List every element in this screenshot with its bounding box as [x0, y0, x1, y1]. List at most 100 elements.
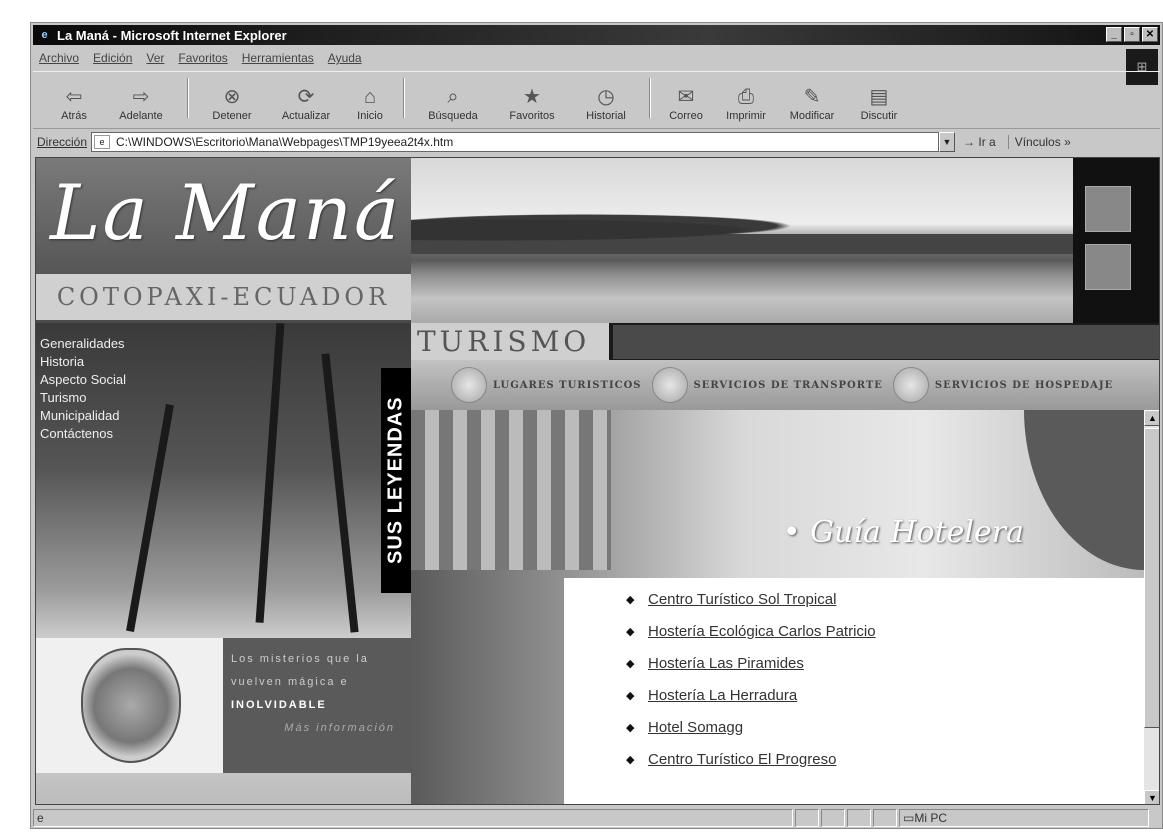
status-cell [847, 809, 871, 827]
palm-trunk [321, 353, 359, 633]
tagline-box: Los misterios que la vuelven mágica e IN… [223, 638, 411, 773]
tagline-line-3: INOLVIDABLE [231, 699, 327, 711]
nav-municipalidad[interactable]: Municipalidad [40, 407, 126, 424]
nav-historia[interactable]: Historia [40, 353, 126, 370]
turismo-header: TURISMO [411, 323, 1159, 360]
toolbar-label: Favoritos [509, 110, 555, 122]
logo-script: La Maná [50, 168, 402, 257]
hotel-link[interactable]: Centro Turístico El Progreso [626, 744, 1144, 776]
menu-bar: Archivo Edición Ver Favoritos Herramient… [33, 47, 1160, 69]
thumbnail-2[interactable] [1085, 244, 1131, 290]
page-content: La Maná COTOPAXI-ECUADOR Generalidades H… [35, 157, 1160, 805]
atras-button[interactable]: ⇦ Atrás [47, 72, 101, 122]
actualizar-button[interactable]: ⟳ Actualizar [269, 72, 343, 122]
adelante-button[interactable]: ⇨ Adelante [101, 72, 181, 122]
toolbar-separator [649, 78, 651, 118]
seal-icon [81, 648, 181, 763]
status-cell [873, 809, 897, 827]
tab-servicios-hospedaje[interactable]: SERVICIOS DE HOSPEDAJE [892, 367, 1114, 403]
menu-favoritos[interactable]: Favoritos [178, 51, 227, 65]
caption-buttons: _ ▫ ✕ [1106, 27, 1158, 42]
more-info-link[interactable]: Más información [231, 717, 403, 740]
hotel-link[interactable]: Hostería Ecológica Carlos Patricio [626, 616, 1144, 648]
hotel-link[interactable]: Hostería La Herradura [626, 680, 1144, 712]
discutir-button[interactable]: ▤ Discutir [847, 72, 911, 122]
toolbar-label: Actualizar [281, 110, 331, 122]
favoritos-button[interactable]: ★ Favoritos [495, 72, 569, 122]
scroll-up-button[interactable]: ▲ [1144, 410, 1159, 426]
menu-archivo[interactable]: Archivo [39, 51, 79, 65]
hotel-section: • Guía Hotelera Centro Turístico Sol Tro… [411, 410, 1144, 804]
page-icon: e [94, 135, 111, 149]
forward-arrow-icon: ⇨ [132, 86, 150, 108]
nav-generalidades[interactable]: Generalidades [40, 335, 126, 352]
status-cell [821, 809, 845, 827]
zone-indicator: ▭ Mi PC [899, 809, 1149, 827]
browser-window: e La Maná - Microsoft Internet Explorer … [30, 22, 1163, 829]
go-label: Ir a [978, 135, 996, 149]
status-cell [795, 809, 819, 827]
palm-trunk [126, 404, 174, 632]
computer-icon: ▭ [903, 811, 915, 825]
palm-trunk [255, 323, 285, 623]
tab-label: SERVICIOS DE HOSPEDAJE [934, 379, 1114, 391]
scroll-thumb[interactable] [1144, 428, 1159, 728]
toolbar-separator [403, 78, 405, 118]
address-bar: Dirección e C:\WINDOWS\Escritorio\Mana\W… [33, 130, 1160, 154]
nav-turismo[interactable]: Turismo [40, 389, 126, 406]
nav-contactenos[interactable]: Contáctenos [40, 425, 126, 442]
address-dropdown-button[interactable]: ▼ [939, 132, 956, 152]
maximize-button[interactable]: ▫ [1124, 27, 1140, 42]
correo-button[interactable]: ✉ Correo [657, 72, 715, 122]
ie-icon: e [41, 29, 48, 41]
badge-icon [451, 367, 487, 403]
guia-text: Guía Hotelera [810, 515, 1024, 550]
modificar-button[interactable]: ✎ Modificar [777, 72, 847, 122]
links-button[interactable]: Vínculos » [1007, 135, 1071, 149]
toolbar-label: Detener [212, 110, 252, 122]
menu-ver[interactable]: Ver [146, 51, 164, 65]
toolbar-label: Adelante [119, 110, 163, 122]
menu-herramientas[interactable]: Herramientas [242, 51, 314, 65]
go-button[interactable]: → Ir a [963, 135, 996, 149]
badge-icon [651, 367, 688, 403]
address-label: Dirección [37, 135, 88, 149]
toolbar-label: Historial [586, 110, 626, 122]
thumbnail-1[interactable] [1085, 186, 1131, 232]
refresh-icon: ⟳ [297, 86, 315, 108]
address-input[interactable]: e C:\WINDOWS\Escritorio\Mana\Webpages\TM… [91, 132, 940, 152]
hotel-link[interactable]: Hostería Las Piramides [626, 648, 1144, 680]
history-icon: ◷ [597, 86, 615, 108]
home-icon: ⌂ [363, 86, 377, 108]
decorative-curve [1024, 410, 1144, 570]
site-logo: La Maná COTOPAXI-ECUADOR [36, 158, 411, 323]
nav-aspecto-social[interactable]: Aspecto Social [40, 371, 126, 388]
menu-ayuda[interactable]: Ayuda [328, 51, 362, 65]
busqueda-button[interactable]: ⌕ Búsqueda [411, 72, 495, 122]
toolbar-label: Atrás [61, 110, 87, 122]
tab-label: LUGARES TURISTICOS [493, 379, 642, 391]
minimize-button[interactable]: _ [1106, 27, 1122, 42]
tagline-line-1: Los misterios que la [231, 653, 369, 665]
edit-icon: ✎ [803, 86, 821, 108]
scroll-down-button[interactable]: ▼ [1144, 790, 1159, 804]
toolbar-label: Inicio [357, 110, 383, 122]
menu-edicion[interactable]: Edición [93, 51, 132, 65]
close-button[interactable]: ✕ [1142, 27, 1158, 42]
guia-hotelera-title: • Guía Hotelera [782, 515, 1024, 550]
leyendas-banner[interactable]: SUS LEYENDAS [381, 368, 411, 593]
detener-button[interactable]: ⊗ Detener [195, 72, 269, 122]
inicio-button[interactable]: ⌂ Inicio [343, 72, 397, 122]
tab-lugares-turisticos[interactable]: LUGARES TURISTICOS [451, 367, 642, 403]
hotel-link[interactable]: Hotel Somagg [626, 712, 1144, 744]
site-menu: Generalidades Historia Aspecto Social Tu… [40, 335, 126, 442]
tab-servicios-transporte[interactable]: SERVICIOS DE TRANSPORTE [651, 367, 883, 403]
turismo-title: TURISMO [411, 323, 609, 360]
hotel-link[interactable]: Centro Turístico Sol Tropical [626, 584, 1144, 616]
imprimir-button[interactable]: ⎙ Imprimir [715, 72, 777, 122]
toolbar-label: Correo [669, 110, 703, 122]
ie-status-icon: e [37, 811, 44, 825]
vertical-scrollbar[interactable]: ▲ ▼ [1144, 410, 1159, 804]
historial-button[interactable]: ◷ Historial [569, 72, 643, 122]
window-title: La Maná - Microsoft Internet Explorer [57, 27, 287, 43]
